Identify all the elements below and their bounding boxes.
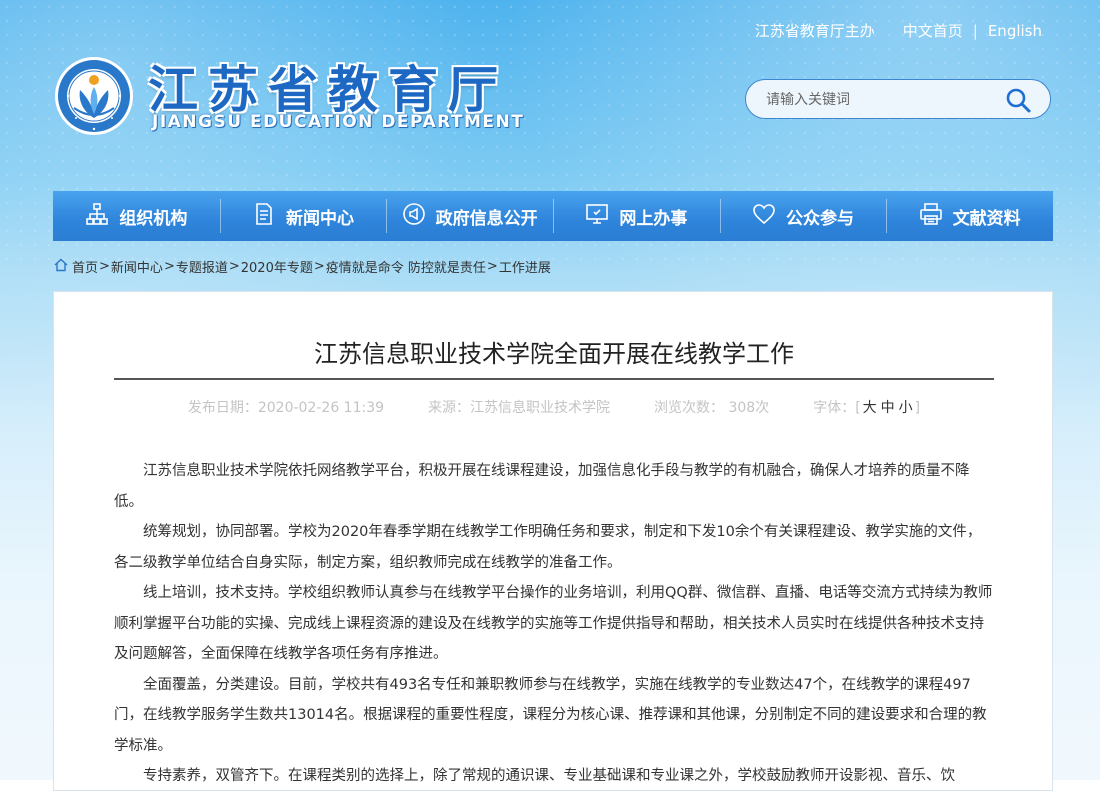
monitor-icon bbox=[585, 202, 609, 231]
font-small-button[interactable]: 小 bbox=[899, 400, 913, 416]
nav-label: 公众参与 bbox=[786, 208, 855, 229]
nav-item-public-participation[interactable]: 公众参与 bbox=[719, 191, 887, 241]
megaphone-icon bbox=[402, 202, 426, 231]
search-icon[interactable] bbox=[1004, 86, 1032, 114]
font-bracket-close: ] bbox=[914, 400, 921, 416]
nav-item-organization[interactable]: 组织机构 bbox=[53, 191, 220, 241]
breadcrumb-separator: > bbox=[163, 259, 175, 274]
font-size-label: 字体： bbox=[813, 400, 856, 416]
breadcrumb-home[interactable]: 首页 bbox=[72, 257, 98, 276]
article-source: 来源：江苏信息职业技术学院 bbox=[428, 400, 611, 416]
nav-item-gov-info[interactable]: 政府信息公开 bbox=[386, 191, 553, 241]
article-paragraph: 江苏信息职业技术学院依托网络教学平台，积极开展在线课程建设，加强信息化手段与教学… bbox=[114, 463, 970, 510]
title-divider bbox=[114, 378, 994, 380]
education-emblem-icon[interactable] bbox=[54, 56, 134, 136]
font-large-button[interactable]: 大 bbox=[863, 400, 877, 416]
nav-item-news[interactable]: 新闻中心 bbox=[219, 191, 387, 241]
publish-date: 发布日期：2020-02-26 11:39 bbox=[187, 400, 385, 416]
font-medium-button[interactable]: 中 bbox=[881, 400, 895, 416]
breadcrumb-news-center[interactable]: 新闻中心 bbox=[111, 257, 163, 276]
nav-item-documents[interactable]: 文献资料 bbox=[886, 191, 1053, 241]
nav-item-online-services[interactable]: 网上办事 bbox=[553, 191, 720, 241]
org-chart-icon bbox=[85, 202, 109, 231]
article-paragraph: 统筹规划，协同部署。学校为2020年春季学期在线教学工作明确任务和要求，制定和下… bbox=[114, 524, 982, 571]
home-icon bbox=[54, 258, 72, 276]
article-paragraph: 线上培训，技术支持。学校组织教师认真参与在线教学平台操作的业务培训，利用QQ群、… bbox=[114, 585, 993, 662]
breadcrumb-special-reports[interactable]: 专题报道 bbox=[176, 257, 228, 276]
nav-label: 文献资料 bbox=[952, 208, 1021, 229]
breadcrumb-epidemic-topic[interactable]: 疫情就是命令 防控就是责任 bbox=[326, 257, 486, 276]
main-nav: 组织机构 新闻中心 政府信息公开 网上办事 公众参与 文献资料 bbox=[53, 191, 1053, 241]
breadcrumb-separator: > bbox=[99, 259, 110, 274]
search-box bbox=[745, 79, 1051, 120]
nav-label: 新闻中心 bbox=[286, 208, 354, 229]
document-icon bbox=[252, 202, 276, 231]
link-separator: | bbox=[972, 21, 978, 40]
english-link[interactable]: English bbox=[988, 22, 1042, 40]
font-size-control: 字体：[大中小] bbox=[813, 397, 920, 417]
printer-icon bbox=[919, 202, 943, 231]
article-meta: 发布日期：2020-02-26 11:39 来源：江苏信息职业技术学院 浏览次数… bbox=[54, 397, 1054, 417]
font-bracket-open: [ bbox=[855, 400, 861, 416]
article-title: 江苏信息职业技术学院全面开展在线教学工作 bbox=[314, 340, 794, 368]
heart-icon bbox=[752, 202, 776, 231]
nav-label: 网上办事 bbox=[619, 208, 688, 229]
breadcrumb-separator: > bbox=[228, 259, 240, 274]
breadcrumb-2020-topics[interactable]: 2020年专题 bbox=[241, 257, 313, 276]
breadcrumb-work-progress[interactable]: 工作进展 bbox=[499, 257, 551, 276]
article-paragraph: 专持素养，双管齐下。在课程类别的选择上，除了常规的通识课、专业基础课和专业课之外… bbox=[143, 768, 955, 784]
article-paragraph: 全面覆盖，分类建设。目前，学校共有493名专任和兼职教师参与在线教学，实施在线教… bbox=[114, 676, 987, 754]
breadcrumb: 首页 > 新闻中心 > 专题报道 > 2020年专题 > 疫情就是命令 防控就是责任 > … bbox=[54, 257, 551, 276]
search-input[interactable] bbox=[764, 80, 1008, 120]
nav-label: 组织机构 bbox=[119, 208, 188, 229]
breadcrumb-separator: > bbox=[313, 259, 325, 274]
nav-label: 政府信息公开 bbox=[435, 208, 538, 229]
chinese-home-link[interactable]: 中文首页 bbox=[903, 20, 963, 41]
breadcrumb-separator: > bbox=[486, 259, 498, 274]
article-body: 江苏信息职业技术学院依托网络教学平台，积极开展在线课程建设，加强信息化手段与教学… bbox=[114, 456, 994, 792]
site-logo-english: JIANGSU EDUCATION DEPARTMENT bbox=[152, 112, 525, 132]
sponsor-text: 江苏省教育厅主办 bbox=[754, 22, 875, 40]
top-links: 江苏省教育厅主办 中文首页 | English bbox=[755, 20, 1042, 41]
article-card: 江苏信息职业技术学院全面开展在线教学工作 发布日期：2020-02-26 11:… bbox=[53, 291, 1053, 791]
view-count: 浏览次数： 308次 bbox=[654, 400, 770, 416]
